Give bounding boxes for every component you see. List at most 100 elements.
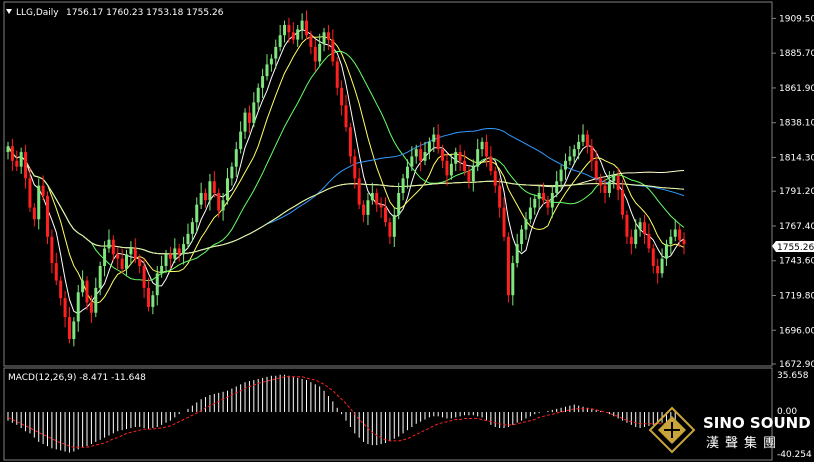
candle-body [423,152,427,161]
candle-body [160,265,164,274]
candle-body [572,149,576,157]
candle-body [599,178,603,186]
candle-body [471,166,475,182]
candle-body [287,24,291,33]
candle-body [489,156,493,172]
candle-body [204,192,208,201]
candle-body [629,236,633,245]
candle-body [647,233,651,249]
candle-body [673,229,677,237]
candle-body [603,185,607,193]
candle-body [537,192,541,199]
candle-body [476,149,480,167]
candle-body [225,178,229,201]
price-axis-label: 1885.70 [779,49,814,59]
candle-body [146,287,150,307]
candle-body [612,175,616,182]
candle-body [32,207,36,220]
candle-body [274,46,278,59]
candle-body [414,149,418,157]
candle-body [454,152,458,164]
candle-body [463,160,467,172]
candle-body [296,29,300,40]
candle-body [410,156,414,167]
price-axis-label: 1767.40 [779,222,814,232]
candle-body [335,61,339,88]
price-axis-label: 1672.90 [779,360,814,370]
candle-body [388,222,392,237]
candle-body [528,207,532,220]
candle-body [269,58,273,65]
candle-body [515,244,519,264]
candle-body [230,166,234,179]
candle-body [10,146,14,161]
candle-body [111,239,115,255]
candle-body [340,87,344,106]
candle-body [256,87,260,103]
candle-body [98,265,102,288]
candle-body [212,181,216,193]
candle-body [195,204,199,223]
candle-body [50,236,54,264]
candle-body [247,112,251,123]
candle-body [621,190,625,215]
candle-body [278,35,282,47]
candle-body [436,134,440,150]
candle-body [550,192,554,208]
candle-body [397,192,401,215]
candle-body [348,127,352,157]
candle-body [357,178,361,205]
candle-body [76,292,80,322]
candle-body [458,152,462,161]
candle-body [182,244,186,255]
candle-body [577,141,581,150]
candle-body [449,163,453,176]
candle-body [585,134,589,147]
candle-body [563,160,567,170]
candle-body [72,321,76,340]
candle-body [353,156,357,179]
candle-body [366,200,370,215]
candle-body [546,200,550,208]
candle-body [331,39,335,62]
candle-body [502,207,506,237]
candle-body [678,229,682,240]
candle-body [19,152,23,167]
candle-body [581,134,585,142]
candle-body [239,131,243,150]
candle-body [480,141,484,150]
candle-body [682,239,686,245]
candle-body [265,64,269,77]
candle-body [656,265,660,274]
price-axis-label: 1791.20 [779,187,814,197]
price-axis-label: 1696.00 [779,326,814,336]
candle-body [120,258,124,269]
macd-tick-top: 35.658 [777,371,809,381]
macd-tick-bottom: -40.254 [777,450,812,460]
candle-body [138,258,142,266]
candle-body [15,160,19,167]
logo-sub-text: 漢聲集團 [706,435,782,451]
candle-body [59,280,63,299]
price-axis-label: 1719.80 [779,291,814,301]
price-axis-label: 1909.50 [779,14,814,24]
candle-body [555,181,559,193]
candle-body [199,192,203,205]
candle-body [304,20,308,36]
candle-body [208,181,212,201]
candle-body [41,185,45,196]
candle-body [445,160,449,176]
candle-body [427,141,431,153]
candle-body [155,273,159,296]
candle-body [568,156,572,161]
chart-background [0,0,814,462]
candle-body [441,149,445,161]
candle-body [89,302,93,313]
last-price-tag: 1755.26 [772,241,814,253]
candle-body [116,254,120,259]
candle-body [533,198,537,208]
candle-body [142,265,146,288]
candle-body [107,239,111,249]
candle-body [168,254,172,259]
candle-body [309,35,313,47]
